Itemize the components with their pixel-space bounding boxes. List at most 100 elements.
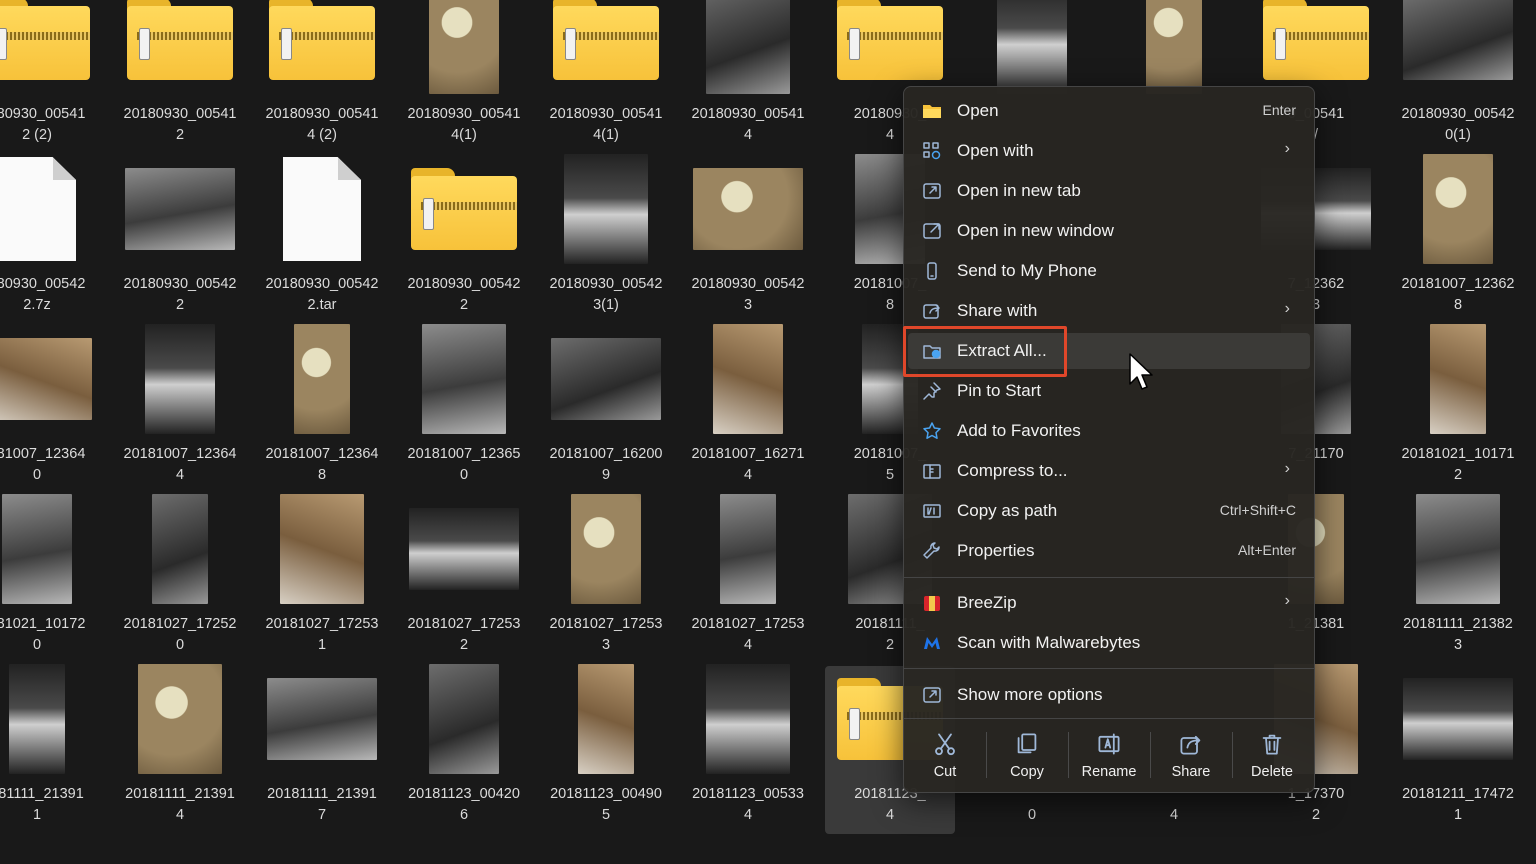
file-tile[interactable]: 20181007_12365 0 — [399, 324, 529, 494]
phone-icon — [922, 261, 942, 281]
cat-photo-thumbnail — [2, 494, 72, 604]
menu-item-pin-to-start[interactable]: Pin to Start — [908, 373, 1310, 409]
file-name-label: 20181027_17253 1 — [265, 616, 379, 653]
file-thumbnail — [267, 664, 377, 774]
file-tile[interactable]: 20180930_00541 4 — [683, 0, 813, 154]
file-tile[interactable]: 181021_10172 0 — [0, 494, 102, 664]
file-tile[interactable]: 181007_12364 0 — [0, 326, 102, 494]
menu-item-open-in-new-tab[interactable]: Open in new tab — [908, 173, 1310, 209]
menu-item-compress-to[interactable]: Compress to... › — [908, 453, 1310, 489]
rename-button[interactable]: Rename — [1069, 720, 1149, 784]
scissors-icon — [933, 732, 957, 756]
file-thumbnail — [1403, 154, 1513, 264]
zip-file-tile[interactable]: 20180930_00542 2 — [399, 156, 529, 324]
quick-action-label: Delete — [1251, 764, 1293, 780]
file-name-label: 20181111_21391 4 — [125, 786, 235, 823]
zip-folder-icon — [1263, 0, 1369, 80]
menu-item-show-more-options[interactable]: Show more options — [908, 677, 1310, 713]
file-tile[interactable]: 20180930_00542 0(1) — [1393, 0, 1523, 154]
menu-separator — [904, 577, 1314, 578]
file-tile[interactable]: 20180930_00542 2 — [115, 156, 245, 324]
zip-file-tile[interactable]: 20180930_00541 2 — [115, 0, 245, 154]
file-tile[interactable]: 20181123_00533 4 — [683, 664, 813, 834]
menu-item-label: Add to Favorites — [957, 421, 1081, 440]
file-tile[interactable]: 20181027_17252 0 — [115, 494, 245, 664]
file-tile[interactable]: 20181021_10171 2 — [1393, 324, 1523, 494]
file-thumbnail — [1403, 664, 1513, 774]
menu-item-label: Open in new tab — [957, 181, 1081, 200]
file-tile[interactable]: 20180930_00542 3 — [683, 156, 813, 324]
file-tile[interactable]: 20181007_16200 9 — [541, 326, 671, 494]
extract-all-highlight-box — [903, 326, 1067, 377]
file-tile[interactable]: 20181111_21382 3 — [1393, 494, 1523, 664]
file-tile[interactable]: 20181007_12364 8 — [257, 324, 387, 494]
file-tile[interactable]: 20181007_12362 8 — [1393, 154, 1523, 324]
cat-photo-thumbnail — [409, 508, 519, 590]
file-tile[interactable]: 20181211_17472 1 — [1393, 666, 1523, 834]
zip-file-tile[interactable]: 20180930_00541 4 (2) — [257, 0, 387, 154]
file-name-label: 20181007_12364 8 — [265, 446, 379, 483]
file-tile[interactable]: 20181123_00490 5 — [541, 664, 671, 834]
file-tile[interactable]: 20181111_21391 7 — [257, 666, 387, 834]
file-thumbnail — [0, 664, 92, 774]
menu-item-open[interactable]: Open Enter — [908, 93, 1310, 129]
cat-photo-thumbnail — [145, 324, 215, 434]
file-tile[interactable]: 20181007_16271 4 — [683, 324, 813, 494]
menu-item-breezip[interactable]: BreeZip › — [908, 585, 1310, 621]
file-name-label: 20181007_12365 0 — [407, 446, 521, 483]
cat-photo-thumbnail — [564, 154, 648, 264]
delete-button[interactable]: Delete — [1232, 720, 1312, 784]
menu-item-open-in-new-window[interactable]: Open in new window — [908, 213, 1310, 249]
open-with-icon — [922, 141, 942, 161]
menu-separator — [904, 718, 1314, 719]
file-tile[interactable]: 20180930_00541 4(1) — [399, 0, 529, 154]
cat-photo-thumbnail — [152, 494, 208, 604]
file-tile[interactable]: 20181007_12364 4 — [115, 324, 245, 494]
file-name-label: 20180930_00541 4(1) — [549, 106, 663, 143]
file-tile[interactable]: 20181027_17253 3 — [541, 494, 671, 664]
cat-photo-thumbnail — [267, 678, 377, 760]
file-name-label: 20181007_12362 8 — [1401, 276, 1515, 313]
trash-icon — [1260, 732, 1284, 756]
zip-folder-icon — [553, 0, 659, 80]
menu-item-properties[interactable]: Properties Alt+Enter — [908, 533, 1310, 569]
menu-item-add-to-favorites[interactable]: Add to Favorites — [908, 413, 1310, 449]
zip-file-tile[interactable]: 180930_00541 2 (2) — [0, 0, 102, 154]
zip-file-tile[interactable]: 20180930_00541 4(1) — [541, 0, 671, 154]
menu-item-send-to-my-phone[interactable]: Send to My Phone — [908, 253, 1310, 289]
cat-photo-thumbnail — [429, 0, 499, 94]
menu-item-copy-as-path[interactable]: Copy as path Ctrl+Shift+C — [908, 493, 1310, 529]
cat-photo-thumbnail — [422, 324, 506, 434]
file-name-label: 20181007_16271 4 — [691, 446, 805, 483]
archive-file-tile[interactable]: 180930_00542 2.7z — [0, 156, 102, 324]
menu-item-label: Send to My Phone — [957, 261, 1097, 280]
file-tile[interactable]: 181111_21391 1 — [0, 664, 102, 834]
file-name-label: 20180930_00542 2.tar — [265, 276, 379, 313]
file-thumbnail — [551, 154, 661, 264]
file-name-label: 20181111_21382 3 — [1403, 616, 1513, 653]
menu-item-label: Pin to Start — [957, 381, 1042, 400]
share-button[interactable]: Share — [1151, 720, 1231, 784]
file-thumbnail — [977, 0, 1087, 94]
file-tile[interactable]: 20181027_17253 1 — [257, 494, 387, 664]
menu-item-shortcut: Ctrl+Shift+C — [1219, 502, 1296, 518]
file-tile[interactable]: 20181027_17253 2 — [399, 496, 529, 664]
file-name-label: 20180930_00541 4(1) — [407, 106, 521, 143]
menu-item-share-with[interactable]: Share with › — [908, 293, 1310, 329]
file-tile[interactable]: 20181111_21391 4 — [115, 664, 245, 834]
file-tile[interactable]: 20181123_00420 6 — [399, 664, 529, 834]
chevron-right-icon: › — [1284, 592, 1290, 609]
new-tab-icon — [922, 181, 942, 201]
file-thumbnail — [125, 664, 235, 774]
cut-button[interactable]: Cut — [905, 720, 985, 784]
file-thumbnail — [1261, 0, 1371, 94]
file-tile[interactable]: 20181027_17253 4 — [683, 494, 813, 664]
file-tile[interactable]: 20180930_00542 3(1) — [541, 154, 671, 324]
copy-button[interactable]: Copy — [987, 720, 1067, 784]
menu-item-shortcut: Enter — [1262, 102, 1296, 118]
menu-item-open-with[interactable]: Open with › — [908, 133, 1310, 169]
menu-item-label: Share with — [957, 301, 1038, 320]
copy-path-icon — [922, 501, 942, 521]
archive-file-tile[interactable]: 20180930_00542 2.tar — [257, 156, 387, 324]
menu-item-scan-with-malwarebytes[interactable]: Scan with Malwarebytes — [908, 625, 1310, 661]
